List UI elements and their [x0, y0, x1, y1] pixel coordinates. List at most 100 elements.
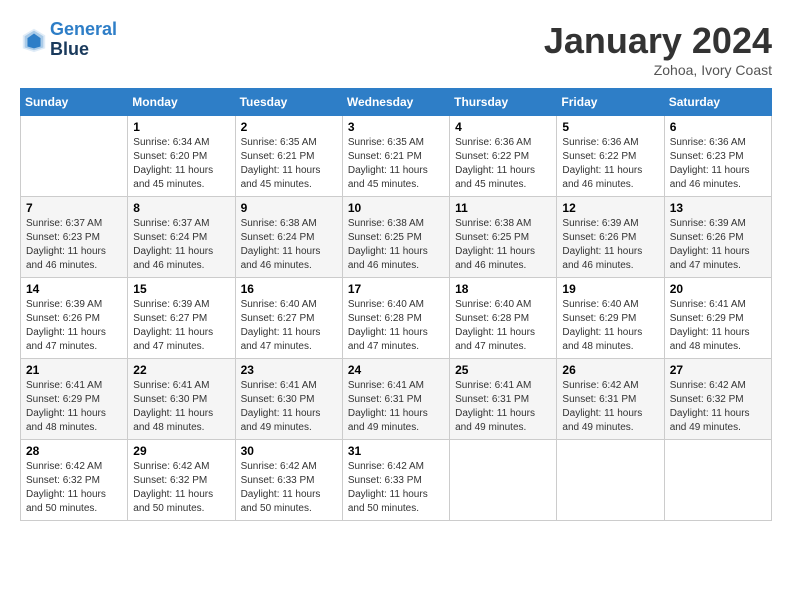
page-header: GeneralBlue January 2024 Zohoa, Ivory Co…: [20, 20, 772, 78]
day-info: Sunrise: 6:41 AMSunset: 6:31 PMDaylight:…: [348, 379, 444, 435]
day-info: Sunrise: 6:39 AMSunset: 6:27 PMDaylight:…: [133, 298, 229, 354]
day-info: Sunrise: 6:36 AMSunset: 6:22 PMDaylight:…: [455, 136, 551, 192]
calendar-cell: 27 Sunrise: 6:42 AMSunset: 6:32 PMDaylig…: [664, 359, 771, 440]
calendar-cell: 21 Sunrise: 6:41 AMSunset: 6:29 PMDaylig…: [21, 359, 128, 440]
calendar-cell: 23 Sunrise: 6:41 AMSunset: 6:30 PMDaylig…: [235, 359, 342, 440]
day-info: Sunrise: 6:41 AMSunset: 6:29 PMDaylight:…: [26, 379, 122, 435]
day-number: 26: [562, 363, 658, 377]
calendar-cell: 2 Sunrise: 6:35 AMSunset: 6:21 PMDayligh…: [235, 116, 342, 197]
calendar-cell: 16 Sunrise: 6:40 AMSunset: 6:27 PMDaylig…: [235, 278, 342, 359]
calendar-cell: 9 Sunrise: 6:38 AMSunset: 6:24 PMDayligh…: [235, 197, 342, 278]
day-number: 28: [26, 444, 122, 458]
calendar-cell: 19 Sunrise: 6:40 AMSunset: 6:29 PMDaylig…: [557, 278, 664, 359]
day-info: Sunrise: 6:39 AMSunset: 6:26 PMDaylight:…: [562, 217, 658, 273]
day-number: 11: [455, 201, 551, 215]
calendar-cell: 5 Sunrise: 6:36 AMSunset: 6:22 PMDayligh…: [557, 116, 664, 197]
day-number: 4: [455, 120, 551, 134]
day-info: Sunrise: 6:36 AMSunset: 6:23 PMDaylight:…: [670, 136, 766, 192]
week-row-1: 1 Sunrise: 6:34 AMSunset: 6:20 PMDayligh…: [21, 116, 772, 197]
calendar-cell: 15 Sunrise: 6:39 AMSunset: 6:27 PMDaylig…: [128, 278, 235, 359]
day-header-thursday: Thursday: [450, 89, 557, 116]
calendar-cell: 30 Sunrise: 6:42 AMSunset: 6:33 PMDaylig…: [235, 440, 342, 521]
day-number: 24: [348, 363, 444, 377]
day-number: 16: [241, 282, 337, 296]
calendar-cell: [450, 440, 557, 521]
calendar-cell: 17 Sunrise: 6:40 AMSunset: 6:28 PMDaylig…: [342, 278, 449, 359]
day-info: Sunrise: 6:38 AMSunset: 6:24 PMDaylight:…: [241, 217, 337, 273]
day-number: 13: [670, 201, 766, 215]
day-number: 19: [562, 282, 658, 296]
day-number: 30: [241, 444, 337, 458]
day-info: Sunrise: 6:42 AMSunset: 6:33 PMDaylight:…: [241, 460, 337, 516]
day-header-tuesday: Tuesday: [235, 89, 342, 116]
day-header-sunday: Sunday: [21, 89, 128, 116]
day-info: Sunrise: 6:35 AMSunset: 6:21 PMDaylight:…: [241, 136, 337, 192]
day-number: 31: [348, 444, 444, 458]
day-info: Sunrise: 6:40 AMSunset: 6:27 PMDaylight:…: [241, 298, 337, 354]
month-title: January 2024: [544, 20, 772, 62]
day-number: 17: [348, 282, 444, 296]
day-number: 20: [670, 282, 766, 296]
day-number: 22: [133, 363, 229, 377]
day-info: Sunrise: 6:42 AMSunset: 6:33 PMDaylight:…: [348, 460, 444, 516]
calendar-cell: 10 Sunrise: 6:38 AMSunset: 6:25 PMDaylig…: [342, 197, 449, 278]
calendar-cell: 4 Sunrise: 6:36 AMSunset: 6:22 PMDayligh…: [450, 116, 557, 197]
calendar-cell: 18 Sunrise: 6:40 AMSunset: 6:28 PMDaylig…: [450, 278, 557, 359]
calendar-cell: 24 Sunrise: 6:41 AMSunset: 6:31 PMDaylig…: [342, 359, 449, 440]
calendar-cell: 31 Sunrise: 6:42 AMSunset: 6:33 PMDaylig…: [342, 440, 449, 521]
day-header-saturday: Saturday: [664, 89, 771, 116]
day-number: 21: [26, 363, 122, 377]
week-row-4: 21 Sunrise: 6:41 AMSunset: 6:29 PMDaylig…: [21, 359, 772, 440]
location: Zohoa, Ivory Coast: [544, 62, 772, 78]
day-info: Sunrise: 6:38 AMSunset: 6:25 PMDaylight:…: [455, 217, 551, 273]
calendar-cell: 11 Sunrise: 6:38 AMSunset: 6:25 PMDaylig…: [450, 197, 557, 278]
logo: GeneralBlue: [20, 20, 117, 60]
day-number: 14: [26, 282, 122, 296]
day-info: Sunrise: 6:39 AMSunset: 6:26 PMDaylight:…: [26, 298, 122, 354]
day-number: 10: [348, 201, 444, 215]
day-number: 27: [670, 363, 766, 377]
day-info: Sunrise: 6:41 AMSunset: 6:30 PMDaylight:…: [133, 379, 229, 435]
calendar-cell: 8 Sunrise: 6:37 AMSunset: 6:24 PMDayligh…: [128, 197, 235, 278]
day-number: 2: [241, 120, 337, 134]
day-number: 29: [133, 444, 229, 458]
calendar-cell: 12 Sunrise: 6:39 AMSunset: 6:26 PMDaylig…: [557, 197, 664, 278]
day-header-friday: Friday: [557, 89, 664, 116]
day-info: Sunrise: 6:39 AMSunset: 6:26 PMDaylight:…: [670, 217, 766, 273]
day-number: 1: [133, 120, 229, 134]
calendar-cell: 3 Sunrise: 6:35 AMSunset: 6:21 PMDayligh…: [342, 116, 449, 197]
calendar-cell: 20 Sunrise: 6:41 AMSunset: 6:29 PMDaylig…: [664, 278, 771, 359]
calendar-cell: 28 Sunrise: 6:42 AMSunset: 6:32 PMDaylig…: [21, 440, 128, 521]
week-row-3: 14 Sunrise: 6:39 AMSunset: 6:26 PMDaylig…: [21, 278, 772, 359]
calendar-cell: [664, 440, 771, 521]
day-info: Sunrise: 6:41 AMSunset: 6:31 PMDaylight:…: [455, 379, 551, 435]
calendar-cell: 1 Sunrise: 6:34 AMSunset: 6:20 PMDayligh…: [128, 116, 235, 197]
logo-icon: [20, 26, 48, 54]
day-info: Sunrise: 6:34 AMSunset: 6:20 PMDaylight:…: [133, 136, 229, 192]
calendar-cell: [557, 440, 664, 521]
calendar-cell: 7 Sunrise: 6:37 AMSunset: 6:23 PMDayligh…: [21, 197, 128, 278]
day-info: Sunrise: 6:40 AMSunset: 6:28 PMDaylight:…: [455, 298, 551, 354]
day-number: 18: [455, 282, 551, 296]
day-info: Sunrise: 6:40 AMSunset: 6:29 PMDaylight:…: [562, 298, 658, 354]
day-info: Sunrise: 6:41 AMSunset: 6:29 PMDaylight:…: [670, 298, 766, 354]
day-number: 25: [455, 363, 551, 377]
title-block: January 2024 Zohoa, Ivory Coast: [544, 20, 772, 78]
week-row-5: 28 Sunrise: 6:42 AMSunset: 6:32 PMDaylig…: [21, 440, 772, 521]
calendar-cell: [21, 116, 128, 197]
calendar-cell: 13 Sunrise: 6:39 AMSunset: 6:26 PMDaylig…: [664, 197, 771, 278]
day-number: 9: [241, 201, 337, 215]
day-header-wednesday: Wednesday: [342, 89, 449, 116]
day-info: Sunrise: 6:38 AMSunset: 6:25 PMDaylight:…: [348, 217, 444, 273]
day-number: 8: [133, 201, 229, 215]
day-info: Sunrise: 6:40 AMSunset: 6:28 PMDaylight:…: [348, 298, 444, 354]
day-info: Sunrise: 6:42 AMSunset: 6:32 PMDaylight:…: [670, 379, 766, 435]
calendar-cell: 25 Sunrise: 6:41 AMSunset: 6:31 PMDaylig…: [450, 359, 557, 440]
day-number: 7: [26, 201, 122, 215]
day-number: 5: [562, 120, 658, 134]
calendar-cell: 29 Sunrise: 6:42 AMSunset: 6:32 PMDaylig…: [128, 440, 235, 521]
calendar-table: SundayMondayTuesdayWednesdayThursdayFrid…: [20, 88, 772, 521]
day-info: Sunrise: 6:42 AMSunset: 6:32 PMDaylight:…: [133, 460, 229, 516]
day-number: 23: [241, 363, 337, 377]
calendar-header-row: SundayMondayTuesdayWednesdayThursdayFrid…: [21, 89, 772, 116]
